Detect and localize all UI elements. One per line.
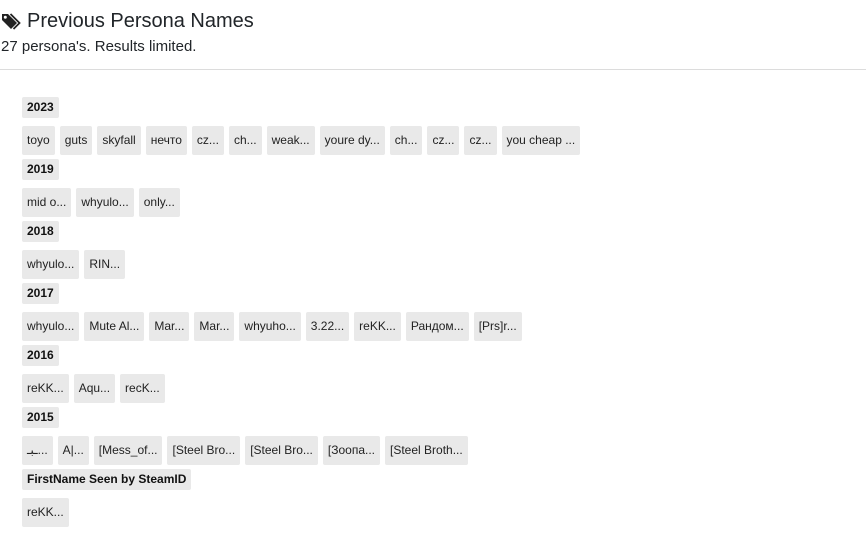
year-group-2017: 2017 whyulo... Mute Al... Mar... Mar... … <box>22 283 852 341</box>
persona-name[interactable]: you cheap ... <box>501 126 581 155</box>
persona-name[interactable]: reKK... <box>354 312 401 341</box>
persona-name[interactable]: reKK... <box>22 374 69 403</box>
year-label: 2015 <box>22 407 59 428</box>
persona-name[interactable]: [Mess_of... <box>93 436 163 465</box>
persona-name[interactable]: [Steel Bro... <box>167 436 241 465</box>
persona-name[interactable]: ch... <box>389 126 423 155</box>
persona-name[interactable]: [Prs]r... <box>473 312 522 341</box>
tags-icon <box>1 11 22 32</box>
page-title: Previous Persona Names <box>27 10 254 32</box>
persona-name[interactable]: whyuho... <box>239 312 301 341</box>
year-group-2018: 2018 whyulo... RIN... <box>22 221 852 279</box>
page-header: Previous Persona Names 27 persona's. Res… <box>0 0 866 70</box>
persona-name[interactable]: skyfall <box>97 126 141 155</box>
persona-name[interactable]: [Steel Broth... <box>385 436 468 465</box>
persona-name[interactable]: recK... <box>120 374 165 403</box>
persona-name[interactable]: guts <box>59 126 93 155</box>
year-label: 2019 <box>22 159 59 180</box>
persona-name[interactable]: whyulo... <box>76 188 134 217</box>
persona-count: 27 persona's. Results limited. <box>1 38 197 55</box>
year-label: 2018 <box>22 221 59 242</box>
persona-name[interactable]: [Steel Bro... <box>245 436 318 465</box>
persona-name[interactable]: cz... <box>464 126 497 155</box>
persona-name[interactable]: 3.22... <box>305 312 350 341</box>
year-label: 2023 <box>22 97 59 118</box>
year-label: 2017 <box>22 283 59 304</box>
persona-name[interactable]: ch... <box>228 126 262 155</box>
persona-name[interactable]: toyo <box>22 126 55 155</box>
persona-name[interactable]: whyulo... <box>22 312 80 341</box>
persona-name[interactable]: reKK... <box>22 498 69 527</box>
title-row: Previous Persona Names <box>1 9 254 33</box>
persona-name[interactable]: youre dy... <box>319 126 385 155</box>
persona-name[interactable]: ـبـ... <box>22 436 53 465</box>
year-group-2023: 2023 toyo guts skyfall нечто cz... ch...… <box>22 97 852 155</box>
persona-name[interactable]: нечто <box>145 126 187 155</box>
year-group-2016: 2016 reKK... Aqu... recK... <box>22 345 852 403</box>
persona-list: 2023 toyo guts skyfall нечто cz... ch...… <box>22 97 852 531</box>
year-group-2019: 2019 mid o... whyulo... only... <box>22 159 852 217</box>
persona-name[interactable]: cz... <box>427 126 460 155</box>
year-group-2015: 2015 ـبـ... A|... [Mess_of... [Steel Bro… <box>22 407 852 465</box>
persona-name[interactable]: whyulo... <box>22 250 80 279</box>
persona-name[interactable]: cz... <box>191 126 224 155</box>
persona-name[interactable]: Aqu... <box>73 374 116 403</box>
persona-name[interactable]: only... <box>138 188 180 217</box>
persona-name[interactable]: A|... <box>57 436 89 465</box>
persona-name[interactable]: mid o... <box>22 188 72 217</box>
persona-name[interactable]: Рандом... <box>405 312 469 341</box>
first-name-group: FirstName Seen by SteamID reKK... <box>22 469 852 527</box>
first-name-label: FirstName Seen by SteamID <box>22 469 192 490</box>
persona-name[interactable]: [Зоопа... <box>322 436 380 465</box>
persona-name[interactable]: Mute Al... <box>84 312 145 341</box>
persona-name[interactable]: Mar... <box>194 312 235 341</box>
persona-name[interactable]: RIN... <box>84 250 126 279</box>
year-label: 2016 <box>22 345 59 366</box>
persona-name[interactable]: weak... <box>266 126 315 155</box>
persona-name[interactable]: Mar... <box>149 312 190 341</box>
